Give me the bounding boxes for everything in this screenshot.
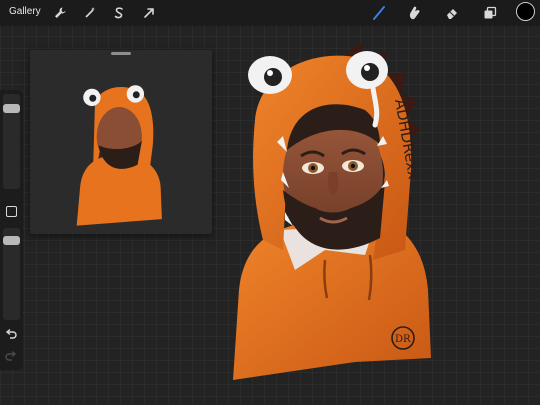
top-toolbar: Gallery bbox=[0, 0, 540, 26]
canvas-artwork[interactable]: ADHDRexx DR bbox=[225, 40, 435, 385]
brush-icon[interactable] bbox=[370, 4, 388, 22]
magic-wand-icon[interactable] bbox=[81, 4, 99, 22]
color-picker-swatch[interactable] bbox=[516, 2, 535, 21]
eraser-icon[interactable] bbox=[443, 4, 461, 22]
selection-s-icon[interactable] bbox=[110, 4, 128, 22]
smudge-finger-icon[interactable] bbox=[405, 4, 423, 22]
reference-artwork-thumbnail bbox=[76, 85, 162, 226]
reference-drag-handle[interactable] bbox=[111, 52, 131, 55]
brush-size-knob[interactable] bbox=[3, 104, 20, 114]
opacity-knob[interactable] bbox=[3, 236, 20, 246]
left-sidebar bbox=[0, 90, 23, 370]
undo-arrow-icon[interactable] bbox=[4, 327, 18, 341]
wrench-icon[interactable] bbox=[51, 4, 69, 22]
redo-arrow-icon[interactable] bbox=[4, 349, 18, 363]
arrow-cursor-icon[interactable] bbox=[140, 4, 158, 22]
gallery-button[interactable]: Gallery bbox=[9, 6, 41, 17]
artist-signature: DR bbox=[395, 334, 411, 345]
layers-icon[interactable] bbox=[481, 4, 499, 22]
square-modifier-icon[interactable] bbox=[6, 206, 17, 217]
reference-window[interactable] bbox=[30, 50, 212, 234]
